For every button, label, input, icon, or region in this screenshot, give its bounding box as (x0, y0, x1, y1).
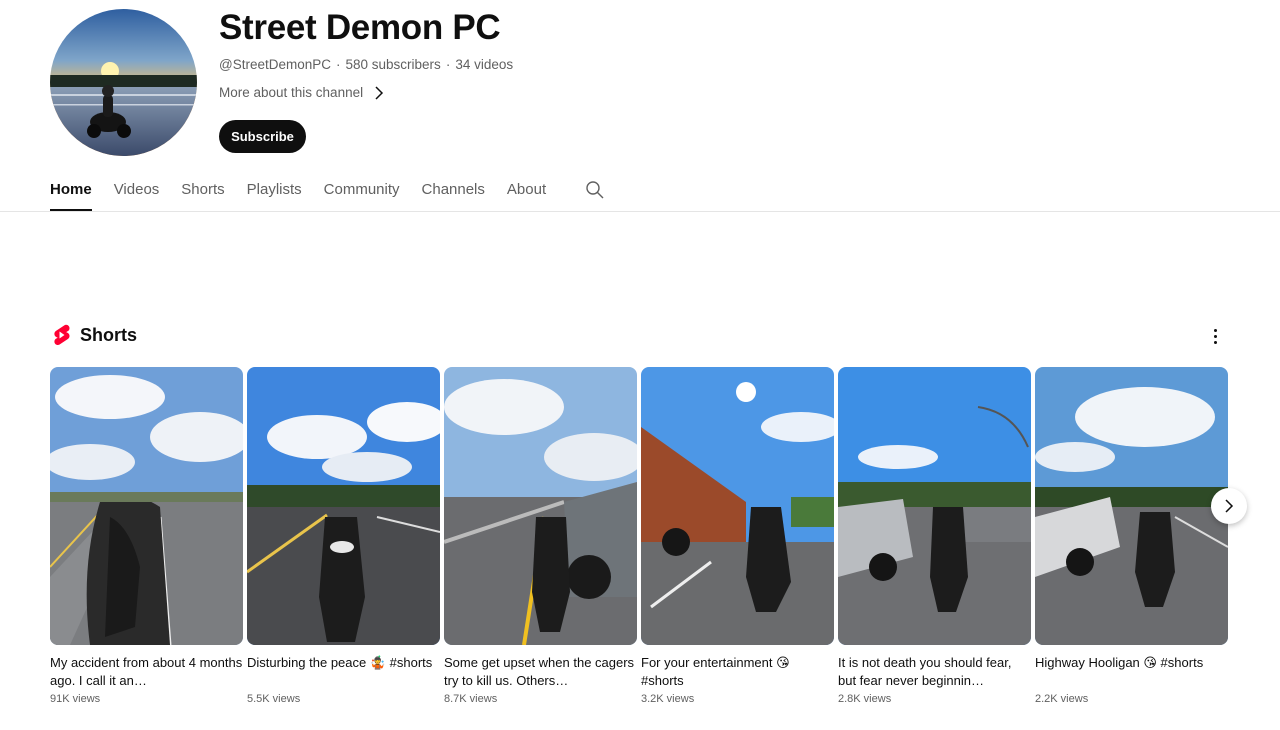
short-views: 3.2K views (641, 693, 695, 705)
shorts-section-title: Shorts (80, 324, 138, 345)
tabs-divider (0, 211, 1280, 212)
short-thumbnail[interactable] (444, 367, 637, 645)
short-thumbnail[interactable] (641, 367, 834, 645)
channel-title: Street Demon PC (219, 8, 501, 47)
channel-avatar (50, 9, 197, 156)
tab-community[interactable]: Community (324, 170, 400, 211)
youtube-shorts-icon (54, 324, 70, 346)
more-about-label: More about this channel (219, 85, 364, 100)
subscriber-count: 580 subscribers (345, 57, 441, 72)
short-thumbnail[interactable] (50, 367, 243, 645)
search-icon[interactable] (585, 180, 605, 200)
channel-meta: @StreetDemonPC · 580 subscribers · 34 vi… (219, 57, 513, 72)
subscribe-button[interactable]: Subscribe (219, 120, 306, 153)
tab-channels[interactable]: Channels (422, 170, 485, 211)
short-title[interactable]: For your entertainment 😘 #shorts (641, 654, 834, 690)
short-thumbnail[interactable] (1035, 367, 1228, 645)
tab-about[interactable]: About (507, 170, 546, 211)
short-title[interactable]: My accident from about 4 months ago. I c… (50, 654, 243, 690)
short-thumbnail[interactable] (247, 367, 440, 645)
shorts-section-header: Shorts (52, 324, 137, 346)
short-card[interactable]: For your entertainment 😘 #shorts 3.2K vi… (641, 367, 834, 705)
short-views: 8.7K views (444, 693, 498, 705)
short-title[interactable]: Disturbing the peace 🤹 #shorts (247, 654, 440, 690)
short-views: 91K views (50, 693, 101, 705)
chevron-right-icon (375, 85, 384, 100)
carousel-next-button[interactable] (1211, 488, 1247, 524)
chevron-right-icon (1225, 499, 1234, 513)
short-title[interactable]: Highway Hooligan 😘 #shorts (1035, 654, 1228, 690)
tab-home[interactable]: Home (50, 170, 92, 211)
tab-videos[interactable]: Videos (114, 170, 160, 211)
tab-shorts[interactable]: Shorts (181, 170, 224, 211)
short-title[interactable]: It is not death you should fear, but fea… (838, 654, 1031, 690)
short-title[interactable]: Some get upset when the cagers try to ki… (444, 654, 637, 690)
short-card[interactable]: It is not death you should fear, but fea… (838, 367, 1031, 705)
short-views: 2.8K views (838, 693, 892, 705)
short-card[interactable]: Highway Hooligan 😘 #shorts 2.2K views (1035, 367, 1228, 705)
short-card[interactable]: My accident from about 4 months ago. I c… (50, 367, 243, 705)
short-thumbnail[interactable] (838, 367, 1031, 645)
short-card[interactable]: Some get upset when the cagers try to ki… (444, 367, 637, 705)
meta-separator: · (336, 57, 341, 72)
channel-tabs: Home Videos Shorts Playlists Community C… (50, 170, 604, 212)
short-card[interactable]: Disturbing the peace 🤹 #shorts 5.5K view… (247, 367, 440, 705)
short-views: 2.2K views (1035, 693, 1089, 705)
channel-handle: @StreetDemonPC (219, 57, 331, 72)
more-options-icon[interactable] (1204, 325, 1226, 347)
video-count: 34 videos (455, 57, 514, 72)
tab-playlists[interactable]: Playlists (247, 170, 302, 211)
short-views: 5.5K views (247, 693, 301, 705)
more-about-link[interactable]: More about this channel (219, 85, 385, 100)
meta-separator: · (445, 57, 451, 72)
